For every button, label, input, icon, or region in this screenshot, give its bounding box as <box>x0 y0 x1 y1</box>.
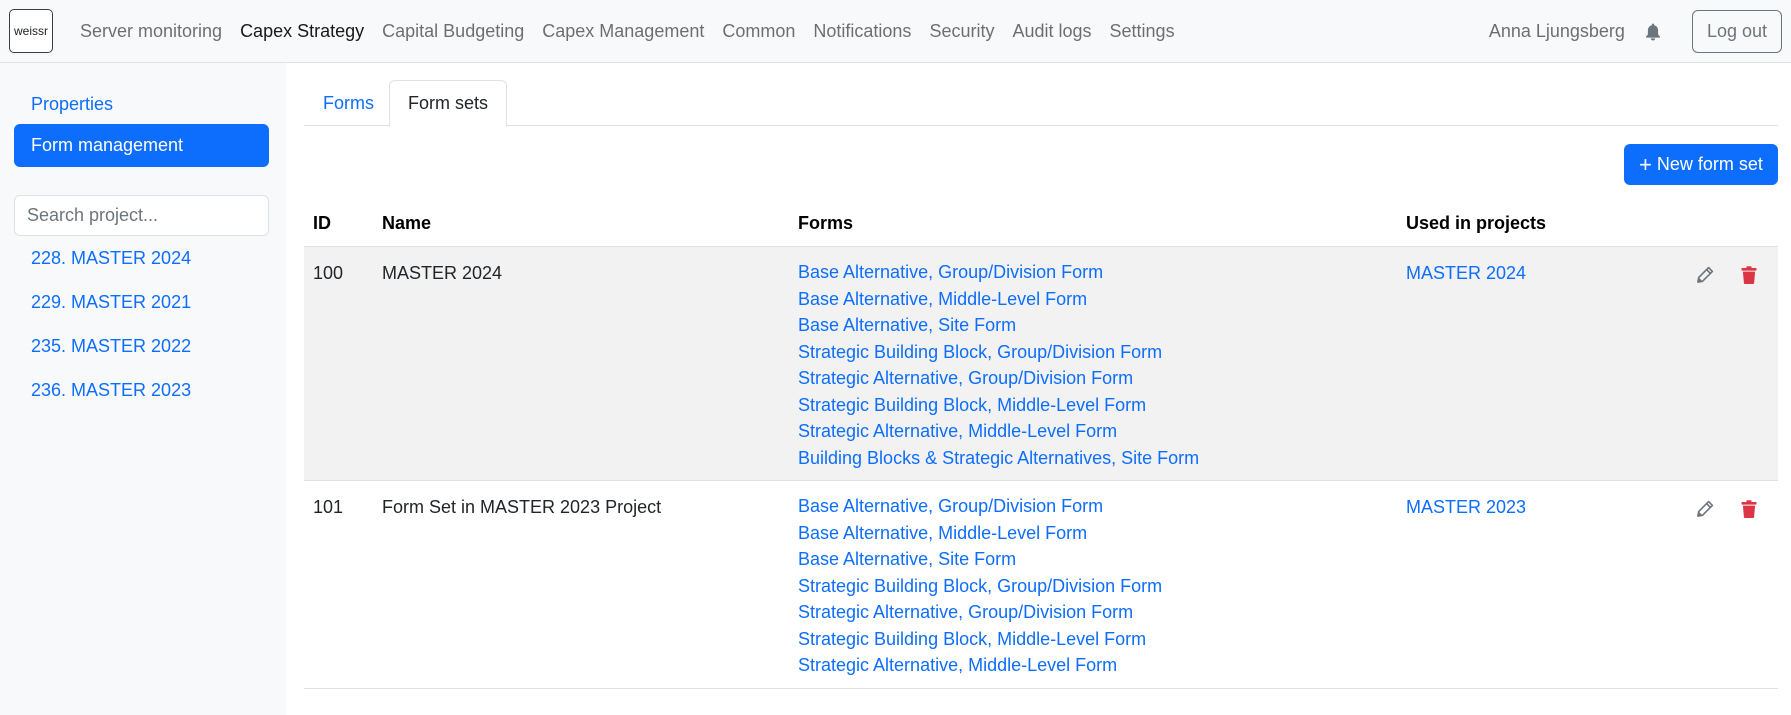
logo-text: weissr <box>13 24 48 38</box>
bell-icon[interactable] <box>1645 22 1663 42</box>
form-link[interactable]: Strategic Alternative, Middle-Level Form <box>798 418 1199 445</box>
form-link[interactable]: Strategic Alternative, Group/Division Fo… <box>798 365 1199 392</box>
form-link[interactable]: Base Alternative, Site Form <box>798 546 1162 573</box>
header-forms: Forms <box>798 213 854 233</box>
user-name[interactable]: Anna Ljungsberg <box>1489 21 1625 42</box>
new-form-set-button[interactable]: + New form set <box>1624 144 1778 185</box>
top-navbar: weissr Server monitoring Capex Strategy … <box>0 0 1791 63</box>
form-link[interactable]: Strategic Building Block, Group/Division… <box>798 339 1199 366</box>
sidebar-item-form-management[interactable]: Form management <box>14 124 269 167</box>
search-project-input[interactable] <box>14 195 269 236</box>
row-name: Form Set in MASTER 2023 Project <box>382 497 662 517</box>
row-name: MASTER 2024 <box>382 263 503 283</box>
nav-item-settings[interactable]: Settings <box>1101 21 1184 42</box>
delete-trash-icon[interactable] <box>1738 264 1760 286</box>
tab-forms[interactable]: Forms <box>304 80 393 126</box>
used-in-project-link[interactable]: MASTER 2023 <box>1406 497 1526 518</box>
header-used-in-projects: Used in projects <box>1406 213 1547 233</box>
form-link[interactable]: Base Alternative, Middle-Level Form <box>798 286 1199 313</box>
form-link[interactable]: Strategic Building Block, Middle-Level F… <box>798 626 1162 653</box>
form-link[interactable]: Strategic Building Block, Middle-Level F… <box>798 392 1199 419</box>
nav-item-capex-management[interactable]: Capex Management <box>533 21 713 42</box>
sidebar-item-properties[interactable]: Properties <box>14 83 269 126</box>
row-forms-list: Base Alternative, Group/Division Form Ba… <box>798 496 1162 679</box>
table-row: 101 Form Set in MASTER 2023 Project Base… <box>304 481 1778 689</box>
nav-user-area: Anna Ljungsberg Log out <box>1489 0 1782 63</box>
main-nav: Server monitoring Capex Strategy Capital… <box>71 0 1184 63</box>
row-id: 100 <box>313 263 344 283</box>
nav-item-security[interactable]: Security <box>920 21 1003 42</box>
nav-item-common[interactable]: Common <box>713 21 804 42</box>
edit-pencil-icon[interactable] <box>1694 498 1716 520</box>
plus-icon: + <box>1639 151 1652 177</box>
nav-item-server-monitoring[interactable]: Server monitoring <box>71 21 231 42</box>
nav-item-notifications[interactable]: Notifications <box>804 21 920 42</box>
table-row: 100 MASTER 2024 Base Alternative, Group/… <box>304 247 1778 481</box>
sidebar-project-228[interactable]: 228. MASTER 2024 <box>31 248 191 269</box>
form-link[interactable]: Building Blocks & Strategic Alternatives… <box>798 445 1199 472</box>
used-in-project-link[interactable]: MASTER 2024 <box>1406 263 1526 284</box>
form-link[interactable]: Strategic Alternative, Group/Division Fo… <box>798 599 1162 626</box>
delete-trash-icon[interactable] <box>1738 498 1760 520</box>
form-link[interactable]: Base Alternative, Group/Division Form <box>798 259 1199 286</box>
new-form-set-label: New form set <box>1656 154 1763 174</box>
sidebar-project-229[interactable]: 229. MASTER 2021 <box>31 292 191 313</box>
nav-item-capital-budgeting[interactable]: Capital Budgeting <box>373 21 533 42</box>
form-link[interactable]: Strategic Building Block, Group/Division… <box>798 573 1162 600</box>
edit-pencil-icon[interactable] <box>1694 264 1716 286</box>
sidebar-project-236[interactable]: 236. MASTER 2023 <box>31 380 191 401</box>
sidebar-project-235[interactable]: 235. MASTER 2022 <box>31 336 191 357</box>
header-name: Name <box>382 213 432 233</box>
sidebar: Properties Form management 228. MASTER 2… <box>0 63 286 715</box>
form-link[interactable]: Base Alternative, Middle-Level Form <box>798 520 1162 547</box>
logout-button[interactable]: Log out <box>1691 10 1782 53</box>
nav-item-audit-logs[interactable]: Audit logs <box>1003 21 1100 42</box>
form-link[interactable]: Base Alternative, Group/Division Form <box>798 493 1162 520</box>
row-forms-list: Base Alternative, Group/Division Form Ba… <box>798 262 1199 472</box>
app-logo[interactable]: weissr <box>9 9 53 53</box>
header-id: ID <box>313 213 331 233</box>
tab-form-sets[interactable]: Form sets <box>389 80 508 127</box>
form-sets-table: ID Name Forms Used in projects 100 MASTE… <box>304 203 1778 689</box>
form-link[interactable]: Strategic Alternative, Middle-Level Form <box>798 652 1162 679</box>
table-header: ID Name Forms Used in projects <box>304 203 1778 247</box>
form-link[interactable]: Base Alternative, Site Form <box>798 312 1199 339</box>
tab-bar: Forms Form sets <box>304 80 1778 127</box>
row-id: 101 <box>313 497 344 517</box>
nav-item-capex-strategy[interactable]: Capex Strategy <box>231 21 373 42</box>
